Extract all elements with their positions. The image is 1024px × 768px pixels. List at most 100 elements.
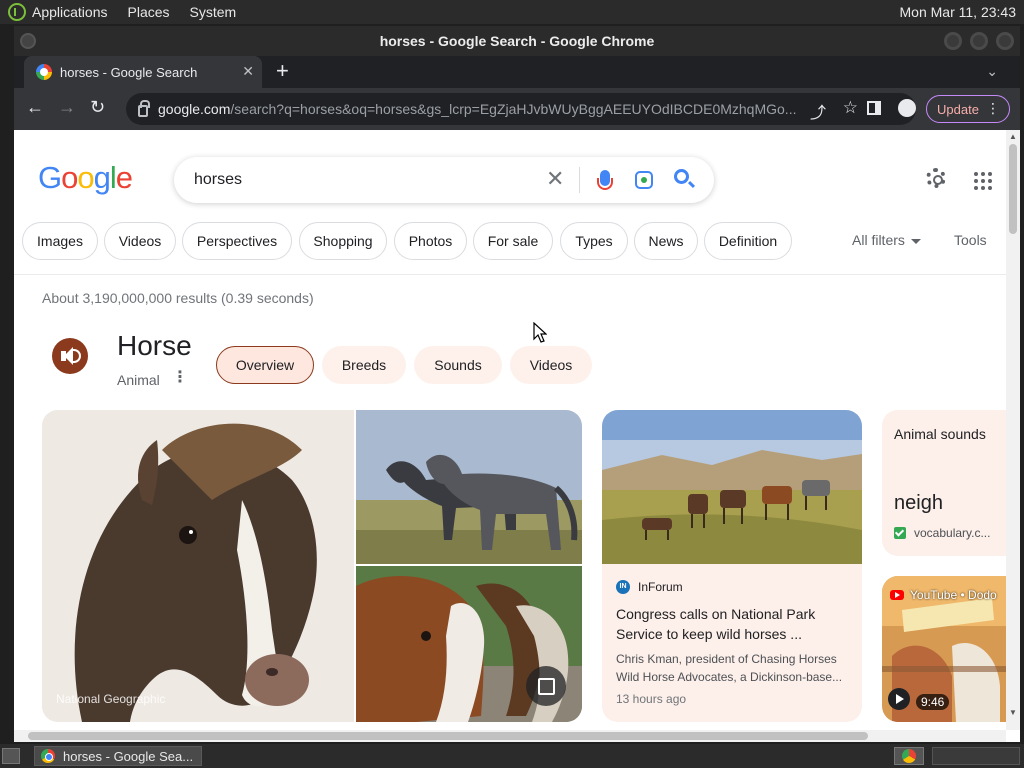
workspace-switcher[interactable] <box>932 747 1020 765</box>
news-card[interactable]: IN InForum Congress calls on National Pa… <box>602 410 862 722</box>
chip-for-sale[interactable]: For sale <box>473 222 553 260</box>
taskbar-chrome-window[interactable]: horses - Google Sea... <box>34 746 202 766</box>
image-gallery-icon[interactable] <box>526 666 566 706</box>
desktop: Applications Places System Mon Mar 11, 2… <box>0 0 1024 768</box>
horses-grazing-image[interactable] <box>356 410 582 564</box>
search-box[interactable]: horses ✕ <box>174 157 714 203</box>
animal-sounds-card[interactable]: Animal sounds neigh vocabulary.c... <box>882 410 1006 556</box>
chrome-menu-icon[interactable]: ⋮ <box>986 100 1000 117</box>
update-button[interactable]: Update ⋮ <box>926 95 1010 123</box>
knowledge-panel-title: Horse <box>117 330 192 361</box>
window-titlebar[interactable]: horses - Google Search - Google Chrome <box>14 26 1020 56</box>
places-menu[interactable]: Places <box>128 4 170 20</box>
applications-menu[interactable]: Applications <box>32 4 108 20</box>
lock-icon[interactable] <box>138 100 150 117</box>
taskbar-window-label: horses - Google Sea... <box>63 748 194 764</box>
settings-gear-icon[interactable] <box>926 168 946 188</box>
google-apps-icon[interactable] <box>974 172 992 190</box>
kp-tab-overview[interactable]: Overview <box>216 346 314 384</box>
inforum-logo-icon: IN <box>616 580 630 594</box>
page-viewport: Google horses ✕ Images Videos Perspectiv… <box>14 130 1020 742</box>
chip-definition[interactable]: Definition <box>704 222 792 260</box>
window-menu-button[interactable] <box>20 33 36 49</box>
logo-letter: e <box>115 160 133 195</box>
video-source-name: YouTube • Dodo <box>910 588 997 602</box>
kp-tab-sounds[interactable]: Sounds <box>414 346 502 384</box>
tools-button[interactable]: Tools <box>954 232 987 248</box>
chip-types[interactable]: Types <box>560 222 628 260</box>
chip-news[interactable]: News <box>634 222 698 260</box>
sound-source[interactable]: vocabulary.c... <box>894 526 990 540</box>
knowledge-panel-subtitle: Animal <box>117 372 160 388</box>
search-icon[interactable] <box>674 169 689 184</box>
pronunciation-speaker-icon[interactable] <box>52 338 88 374</box>
image-credit: National Geographic <box>56 692 166 706</box>
bookmark-star-icon[interactable]: ☆ <box>843 98 858 118</box>
url-text[interactable]: google.com/search?q=horses&oq=horses&gs_… <box>158 101 798 117</box>
search-divider <box>579 167 580 193</box>
all-filters-button[interactable]: All filters <box>852 232 921 248</box>
show-desktop-icon[interactable] <box>2 748 20 764</box>
sound-card-label: Animal sounds <box>894 426 986 442</box>
video-play-icon[interactable] <box>888 688 910 710</box>
minimize-button[interactable] <box>944 32 962 50</box>
horizontal-scroll-thumb[interactable] <box>28 732 868 740</box>
close-window-button[interactable] <box>996 32 1014 50</box>
tab-search-button[interactable]: ⌄ <box>986 63 998 80</box>
more-options-icon[interactable]: ⋮ <box>172 370 188 386</box>
side-panel-icon[interactable] <box>867 101 881 115</box>
address-bar[interactable]: google.com/search?q=horses&oq=horses&gs_… <box>126 93 916 125</box>
forward-button[interactable]: → <box>58 97 76 117</box>
clear-search-icon[interactable]: ✕ <box>546 167 564 191</box>
scroll-down-icon[interactable]: ▼ <box>1009 708 1017 717</box>
profile-avatar-icon[interactable] <box>898 99 916 117</box>
browser-toolbar: ← → ↻ google.com/search?q=horses&oq=hors… <box>14 88 1020 130</box>
vertical-scrollbar[interactable]: ▲ ▼ <box>1006 130 1020 730</box>
maximize-button[interactable] <box>970 32 988 50</box>
panel-clock[interactable]: Mon Mar 11, 23:43 <box>900 4 1016 20</box>
gray-horses-illustration <box>356 410 582 564</box>
video-card[interactable]: YouTube • Dodo 9:46 <box>882 576 1006 722</box>
logo-letter: G <box>38 160 62 195</box>
wild-horses-news-image <box>602 410 862 564</box>
voice-search-icon[interactable] <box>597 170 613 190</box>
kp-tab-breeds[interactable]: Breeds <box>322 346 406 384</box>
chip-videos[interactable]: Videos <box>104 222 176 260</box>
chip-images[interactable]: Images <box>22 222 98 260</box>
tab-close-icon[interactable]: ✕ <box>242 63 254 80</box>
horizontal-scrollbar[interactable] <box>14 730 1006 742</box>
scroll-up-icon[interactable]: ▲ <box>1009 132 1017 141</box>
google-logo[interactable]: Google <box>38 160 133 196</box>
url-path: /search?q=horses&oq=horses&gs_lcrp=EgZja… <box>230 101 797 117</box>
distro-logo-icon[interactable] <box>8 3 26 21</box>
video-duration: 9:46 <box>916 694 950 710</box>
news-snippet: Chris Kman, president of Chasing Horses … <box>616 652 843 684</box>
sound-source-name: vocabulary.c... <box>914 526 991 540</box>
search-input[interactable]: horses <box>194 171 242 189</box>
window-title: horses - Google Search - Google Chrome <box>379 33 655 49</box>
tray-chrome-icon[interactable] <box>894 747 924 765</box>
tab-google-search[interactable]: horses - Google Search ✕ <box>24 56 262 88</box>
url-host: google.com <box>158 101 231 117</box>
all-filters-label: All filters <box>852 232 905 248</box>
news-headline[interactable]: Congress calls on National Park Service … <box>616 604 852 644</box>
vertical-scroll-thumb[interactable] <box>1009 144 1017 234</box>
chip-perspectives[interactable]: Perspectives <box>182 222 292 260</box>
video-source: YouTube • Dodo <box>890 588 997 602</box>
sound-word: neigh <box>894 492 943 514</box>
logo-letter: o <box>61 160 78 195</box>
share-icon[interactable]: ⤴ <box>810 99 826 123</box>
lens-search-icon[interactable] <box>635 171 653 189</box>
kp-tab-videos[interactable]: Videos <box>510 346 592 384</box>
reload-button[interactable]: ↻ <box>90 97 105 117</box>
new-tab-button[interactable]: + <box>276 60 289 82</box>
window-controls <box>944 32 1014 50</box>
back-button[interactable]: ← <box>26 97 44 117</box>
horse-portrait-image[interactable]: National Geographic <box>42 410 354 722</box>
system-menu[interactable]: System <box>190 4 237 20</box>
chip-photos[interactable]: Photos <box>394 222 467 260</box>
chrome-window: horses - Google Search - Google Chrome h… <box>14 26 1020 742</box>
youtube-icon <box>890 590 904 600</box>
news-source[interactable]: IN InForum <box>616 580 683 594</box>
chip-shopping[interactable]: Shopping <box>299 222 387 260</box>
